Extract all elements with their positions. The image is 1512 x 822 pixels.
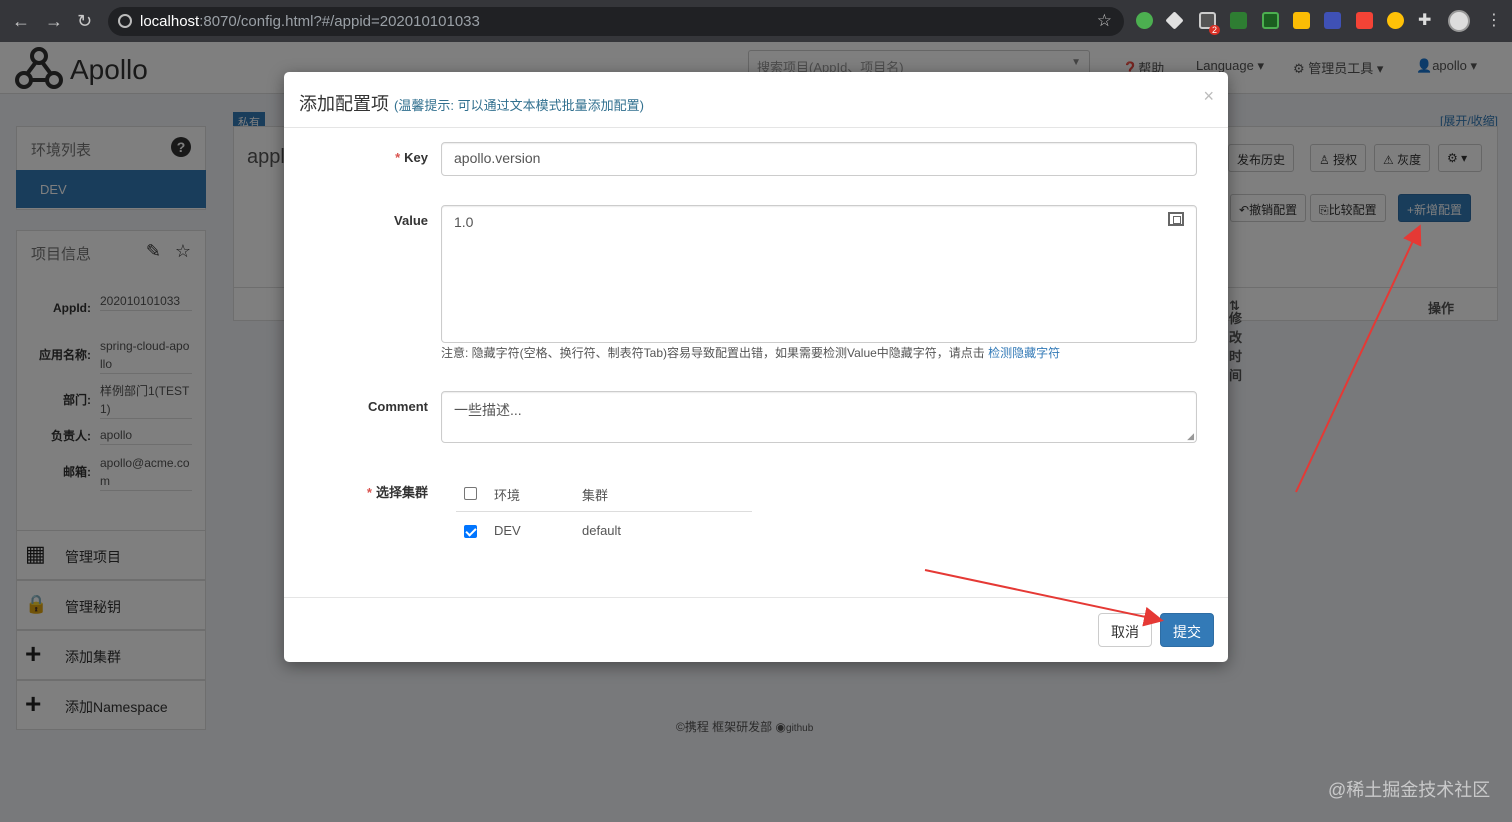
fullscreen-icon[interactable] (1168, 212, 1184, 226)
cluster-label: * 选择集群 (366, 485, 428, 500)
cluster-table-header: 环境 集群 (456, 474, 752, 512)
extension-badge: 2 (1209, 25, 1221, 35)
extension-icon[interactable] (1293, 12, 1310, 29)
modal-title: 添加配置项 (温馨提示: 可以通过文本模式批量添加配置) (299, 94, 644, 114)
cluster-name: default (582, 523, 622, 538)
add-config-modal: 添加配置项 (温馨提示: 可以通过文本模式批量添加配置) × * Key apol… (284, 72, 1228, 662)
info-icon[interactable] (118, 14, 132, 28)
value-text: 1.0 (454, 214, 474, 230)
back-icon[interactable]: ← (12, 10, 30, 32)
bookmark-star-icon[interactable]: ☆ (1097, 11, 1112, 31)
puzzle-icon[interactable]: ✚ (1418, 10, 1435, 29)
reload-icon[interactable]: ↻ (77, 10, 92, 32)
resize-handle-icon[interactable]: ◢ (1187, 431, 1194, 442)
select-all-checkbox[interactable] (464, 487, 477, 500)
detect-hidden-chars-link[interactable]: 检测隐藏字符 (988, 346, 1060, 360)
cluster-env: DEV (494, 523, 521, 538)
cluster-table: 环境 集群 DEV default (456, 474, 752, 550)
comment-label: Comment (368, 399, 428, 414)
extension-icon[interactable] (1136, 12, 1153, 29)
modal-footer: 取消 提交 (284, 597, 1228, 662)
modal-tip: (温馨提示: 可以通过文本模式批量添加配置) (394, 98, 644, 113)
extension-icon[interactable] (1356, 12, 1373, 29)
browser-toolbar: ← → ↻ localhost:8070/config.html?#/appid… (0, 0, 1512, 42)
extension-diamond-icon[interactable] (1165, 11, 1184, 30)
profile-avatar[interactable] (1448, 10, 1470, 32)
cluster-checkbox[interactable] (464, 525, 477, 538)
forward-icon[interactable]: → (45, 10, 63, 32)
value-textarea[interactable]: 1.0 (441, 205, 1197, 343)
key-label: * Key (395, 150, 428, 165)
hidden-char-hint: 注意: 隐藏字符(空格、换行符、制表符Tab)容易导致配置出错，如果需要检测Va… (441, 346, 1061, 360)
address-bar[interactable]: localhost:8070/config.html?#/appid=20201… (108, 7, 1124, 36)
extension-icon[interactable] (1230, 12, 1247, 29)
extension-icon[interactable] (1387, 12, 1404, 29)
key-input[interactable]: apollo.version (441, 142, 1197, 176)
extension-icon[interactable] (1262, 12, 1279, 29)
modal-header: 添加配置项 (温馨提示: 可以通过文本模式批量添加配置) × (284, 72, 1228, 128)
value-label: Value (394, 213, 428, 228)
watermark: @稀土掘金技术社区 (1328, 780, 1491, 800)
extension-icon[interactable] (1324, 12, 1341, 29)
comment-placeholder: 一些描述... (454, 402, 522, 418)
cancel-button[interactable]: 取消 (1098, 613, 1152, 647)
comment-textarea[interactable]: 一些描述... ◢ (441, 391, 1197, 443)
env-column-header: 环境 (494, 488, 521, 503)
url-text[interactable]: localhost:8070/config.html?#/appid=20201… (140, 13, 480, 30)
menu-kebab-icon[interactable]: ⋮ (1486, 10, 1502, 30)
cluster-row: DEV default (456, 512, 752, 550)
submit-button[interactable]: 提交 (1160, 613, 1214, 647)
close-icon[interactable]: × (1203, 86, 1214, 107)
cluster-column-header: 集群 (582, 488, 609, 503)
